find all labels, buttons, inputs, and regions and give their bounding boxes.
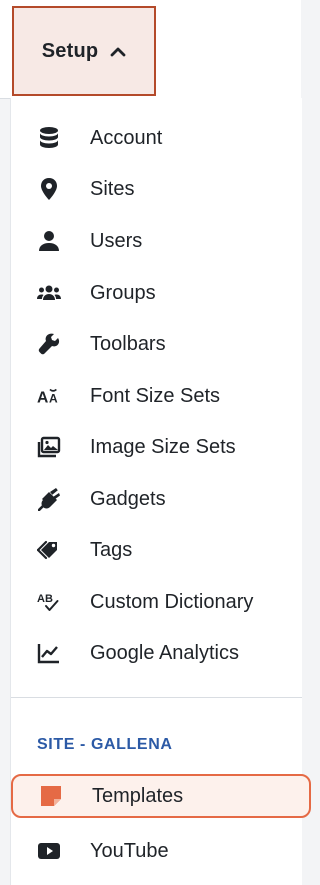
svg-text:A: A [37,389,48,406]
menu-item-tags[interactable]: Tags [11,528,302,572]
svg-text:AB: AB [37,593,53,605]
setup-menu-button[interactable]: Setup [12,6,156,96]
menu-item-gadgets[interactable]: Gadgets [11,477,302,521]
setup-dropdown-menu: Account Sites Users Groups Toolbars A A … [10,98,311,885]
menu-item-templates[interactable]: Templates [11,774,311,818]
menu-item-label: Gadgets [90,487,166,510]
chevron-up-icon [110,43,126,59]
menu-item-label: Image Size Sets [90,435,236,458]
menu-divider [11,697,302,698]
menu-item-sites[interactable]: Sites [11,167,302,211]
menu-item-google-analytics[interactable]: Google Analytics [11,631,302,675]
top-bar: Setup [0,0,301,99]
menu-item-label: YouTube [90,839,169,862]
menu-item-groups[interactable]: Groups [11,271,302,315]
menu-item-label: Tags [90,538,133,561]
menu-item-users[interactable]: Users [11,219,302,263]
youtube-icon [37,839,61,863]
menu-item-label: Account [90,126,163,149]
menu-item-custom-dictionary[interactable]: AB Custom Dictionary [11,580,302,624]
menu-item-account[interactable]: Account [11,116,302,160]
svg-text:A: A [49,391,58,405]
menu-item-label: Sites [90,177,135,200]
menu-item-label: Toolbars [90,332,166,355]
menu-item-label: Users [90,229,143,252]
font-size-icon: A A [37,384,61,408]
plug-icon [37,487,61,511]
menu-item-font-size-sets[interactable]: A A Font Size Sets [11,374,302,418]
menu-item-label: Groups [90,281,156,304]
tags-icon [37,538,61,562]
database-icon [37,126,61,150]
menu-item-label: Google Analytics [90,641,239,664]
chart-line-icon [37,641,61,665]
spellcheck-icon: AB [37,590,61,614]
setup-label: Setup [41,39,99,62]
users-group-icon [37,281,61,305]
menu-item-toolbars[interactable]: Toolbars [11,322,302,366]
menu-item-youtube[interactable]: YouTube [11,829,302,873]
menu-item-image-size-sets[interactable]: Image Size Sets [11,425,302,469]
user-icon [37,229,61,253]
menu-item-label: Font Size Sets [90,384,221,407]
menu-item-label: Custom Dictionary [90,590,254,613]
map-pin-icon [37,177,61,201]
template-icon [39,784,63,808]
site-section-title: SITE - GALLENA [37,736,173,753]
menu-item-label: Templates [92,784,184,807]
wrench-icon [37,332,61,356]
image-icon [37,435,61,459]
